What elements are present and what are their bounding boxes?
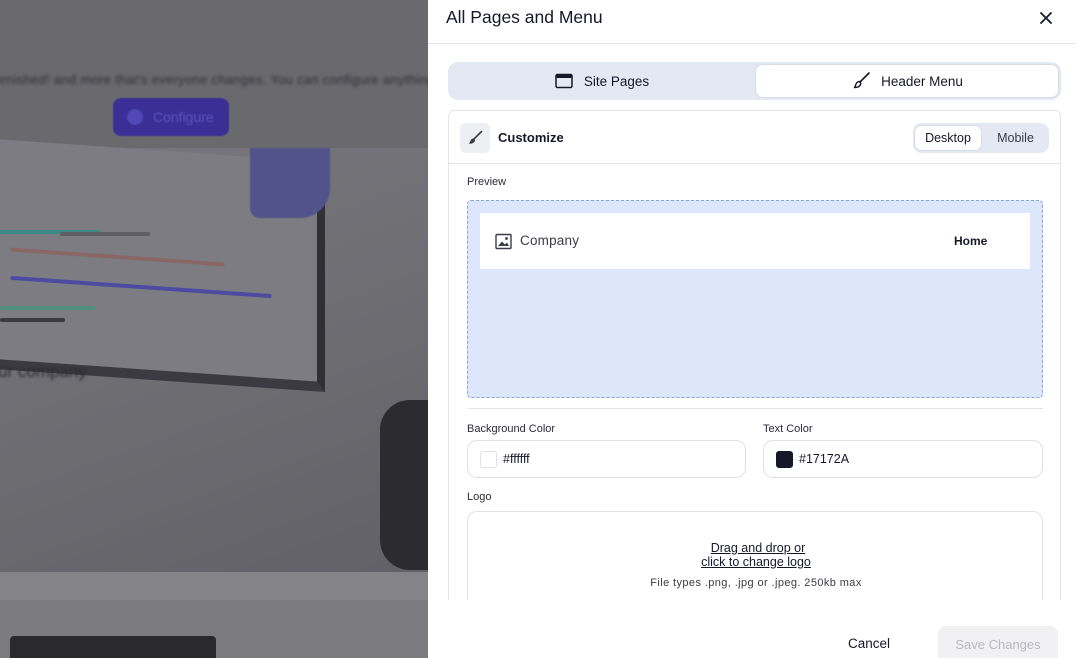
tab-site-pages[interactable]: Site Pages — [450, 64, 753, 98]
save-changes-button[interactable]: Save Changes — [938, 626, 1058, 658]
paintbrush-icon — [851, 71, 871, 91]
browser-window-icon — [554, 71, 574, 91]
drawer-footer: Cancel Save Changes — [428, 602, 1076, 658]
backdrop-blurred-text: furnished! and more that's everyone chan… — [0, 72, 428, 87]
background-color-field[interactable]: #ffffff — [467, 440, 746, 478]
cancel-button[interactable]: Cancel — [848, 636, 890, 651]
section-divider — [467, 408, 1043, 409]
customize-panel: Customize Desktop Mobile Preview Company… — [448, 110, 1061, 600]
preview-nav-home: Home — [954, 234, 988, 248]
logo-upload-link-2[interactable]: click to change logo — [468, 555, 1044, 569]
logo-label: Logo — [467, 491, 492, 503]
backdrop-configure-label: Configure — [153, 109, 214, 125]
text-color-label: Text Color — [763, 423, 813, 435]
tab-header-menu-label: Header Menu — [881, 73, 963, 89]
preview-label: Preview — [467, 176, 507, 188]
background-color-swatch[interactable] — [480, 450, 497, 468]
paintbrush-icon — [460, 123, 490, 153]
logo-file-hint: File types .png, .jpg or .jpeg. 250kb ma… — [650, 577, 862, 589]
drawer-header: All Pages and Menu — [428, 0, 1076, 44]
tab-header-menu[interactable]: Header Menu — [755, 64, 1059, 98]
drawer-title: All Pages and Menu — [446, 7, 603, 27]
backdrop-chart-line — [60, 232, 150, 236]
preview-header-bar: Company Home — [480, 213, 1030, 269]
backdrop-dark-shape — [380, 400, 428, 570]
close-icon[interactable] — [1034, 6, 1058, 30]
backdrop-chart-line — [0, 306, 95, 310]
text-color-field[interactable]: #17172A — [763, 440, 1043, 478]
drawer-tabs: Site Pages Header Menu — [448, 62, 1061, 100]
preview-company-name: Company — [520, 233, 580, 248]
tab-site-pages-label: Site Pages — [583, 73, 650, 89]
backdrop-divider — [0, 572, 428, 602]
text-color-value: #17172A — [799, 452, 850, 466]
backdrop-caption: ur company — [0, 362, 87, 381]
backdrop-chart-line — [0, 318, 65, 322]
desktop-view-button[interactable]: Desktop — [914, 125, 982, 151]
settings-icon — [127, 109, 143, 125]
logo-dropzone[interactable]: Drag and drop or click to change logo Fi… — [467, 511, 1043, 600]
view-mode-toggle: Desktop Mobile — [913, 123, 1049, 153]
customize-header: Customize Desktop Mobile — [449, 111, 1060, 164]
page-backdrop: furnished! and more that's everyone chan… — [0, 0, 428, 658]
customize-label: Customize — [498, 130, 564, 145]
header-preview: Company Home — [467, 200, 1043, 398]
backdrop-configure-button: Configure — [113, 98, 229, 136]
background-color-value: #ffffff — [503, 452, 530, 466]
background-color-label: Background Color — [467, 423, 556, 435]
logo-upload-link[interactable]: Drag and drop or — [470, 541, 1046, 555]
backdrop-hand-image — [250, 148, 330, 218]
backdrop-thumbnail — [10, 636, 216, 658]
image-icon — [495, 233, 512, 250]
pages-menu-drawer: All Pages and Menu Site Pages Header Men… — [428, 0, 1076, 658]
text-color-swatch[interactable] — [776, 450, 793, 468]
mobile-view-button[interactable]: Mobile — [984, 125, 1047, 151]
